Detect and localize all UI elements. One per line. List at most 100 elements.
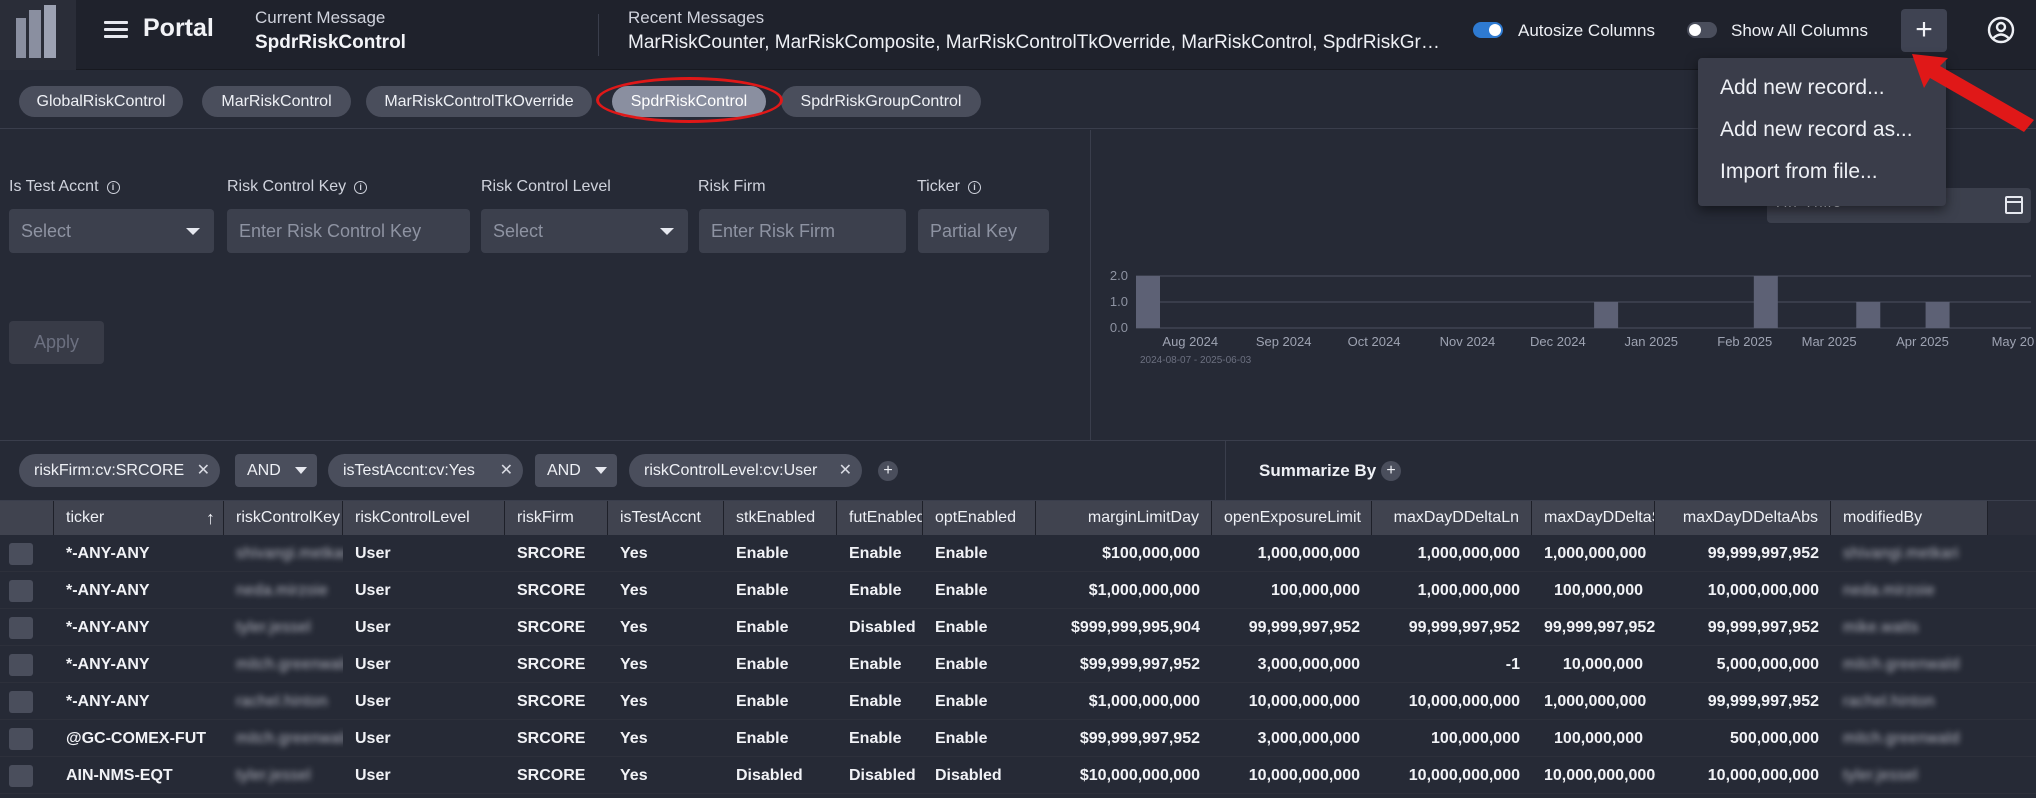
cell-istestaccnt: Yes (620, 656, 648, 673)
row-select-checkbox[interactable] (9, 765, 33, 787)
cell-ticker: *-ANY-ANY (66, 693, 150, 710)
table-row[interactable]: *-ANY-ANY rachel.hinton User SRCORE Yes Enabl… (0, 683, 2036, 720)
tab-globalriskcontrol[interactable]: GlobalRiskControl (19, 86, 183, 117)
select-column-header (0, 501, 54, 535)
chart-bar[interactable] (1753, 276, 1778, 328)
table-row[interactable]: *-ANY-ANY neda.mirzoie User SRCORE Yes Enable… (0, 572, 2036, 609)
column-header-maxdayddeltaabs[interactable]: maxDayDDeltaAbs (1655, 501, 1831, 535)
column-header-maxdayddeltash[interactable]: maxDayDDeltaSh (1532, 501, 1655, 535)
cell-optenabled: Disabled (935, 767, 1002, 784)
logic-operator-select[interactable]: AND (535, 454, 617, 487)
sort-ascending-icon[interactable]: ↑ (206, 501, 215, 535)
filter-chip[interactable]: riskFirm:cv:SRCORE ✕ (19, 454, 220, 487)
grid-header: ticker ↑ riskControlKey riskControlLevel ris… (0, 501, 2036, 535)
cell-maxdayddeltash: 1,000,000,000 (1544, 545, 1647, 562)
column-header-marginlimitday[interactable]: marginLimitDay (1036, 501, 1212, 535)
data-grid: ticker ↑ riskControlKey riskControlLevel ris… (0, 500, 2036, 798)
filter-chip[interactable]: isTestAccnt:cv:Yes ✕ (328, 454, 523, 487)
x-tick-label: Mar 2025 (1802, 334, 1857, 349)
column-header-optenabled[interactable]: optEnabled (923, 501, 1036, 535)
table-row[interactable]: *-ANY-ANY tyler.jessel User SRCORE Yes Enable… (0, 609, 2036, 646)
cell-istestaccnt: Yes (620, 767, 648, 784)
x-tick-label: Aug 2024 (1162, 334, 1218, 349)
column-header-istestaccnt[interactable]: isTestAccnt (608, 501, 724, 535)
chart-bar[interactable] (1136, 276, 1160, 328)
y-tick-label: 2.0 (1110, 268, 1128, 283)
menu-item-add-new-record-as[interactable]: Add new record as... (1720, 118, 1913, 142)
menu-item-add-new-record[interactable]: Add new record... (1720, 76, 1885, 100)
show-all-columns-toggle[interactable] (1687, 22, 1717, 38)
table-row[interactable]: AIN-NMS-EQT tyler.jessel User SRCORE Yes Disa… (0, 757, 2036, 794)
x-tick-label: Feb 2025 (1717, 334, 1772, 349)
y-tick-label: 0.0 (1110, 320, 1128, 335)
risk-control-level-select[interactable]: Select (481, 209, 688, 253)
logic-operator-select[interactable]: AND (235, 454, 317, 487)
tab-marriskcontrol[interactable]: MarRiskControl (202, 86, 351, 117)
risk-control-key-input[interactable]: Enter Risk Control Key (227, 209, 470, 253)
info-icon: i (354, 181, 368, 194)
autosize-columns-toggle[interactable] (1473, 22, 1503, 38)
row-select-checkbox[interactable] (9, 580, 33, 602)
annotation-highlight-ellipse (596, 77, 783, 123)
chart-bar[interactable] (1925, 302, 1950, 328)
tab-spdrriskgroupcontrol[interactable]: SpdrRiskGroupControl (781, 86, 981, 117)
apply-button[interactable]: Apply (9, 321, 104, 364)
column-header-riskfirm[interactable]: riskFirm (505, 501, 608, 535)
table-row[interactable]: *-ANY-ANY shivangi.metkari User SRCORE Yes En… (0, 535, 2036, 572)
cell-marginlimitday: $99,999,997,952 (1079, 656, 1200, 673)
cell-maxdayddeltaln: 100,000,000 (1431, 730, 1520, 747)
column-header-riskcontrolkey[interactable]: riskControlKey (224, 501, 343, 535)
row-select-checkbox[interactable] (9, 543, 33, 565)
risk-control-key-label: Risk Control Key i (227, 178, 368, 196)
is-test-accnt-select[interactable]: Select (9, 209, 214, 253)
cell-maxdayddeltaabs: 5,000,000,000 (1716, 656, 1819, 673)
add-record-button[interactable]: + (1901, 9, 1947, 52)
column-header-futenabled[interactable]: futEnabled (837, 501, 923, 535)
chevron-down-icon (595, 467, 607, 474)
tab-marriskcontroltkoverride[interactable]: MarRiskControlTkOverride (366, 86, 592, 117)
chart-bar[interactable] (1594, 302, 1619, 328)
table-row[interactable]: @GC-COMEX-FUT mitch.greenwald User SRCORE Ye… (0, 720, 2036, 757)
menu-item-import-from-file[interactable]: Import from file... (1720, 160, 1878, 184)
row-select-checkbox[interactable] (9, 691, 33, 713)
x-tick-label: Dec 2024 (1530, 334, 1586, 349)
cell-maxdayddeltaln: 99,999,997,952 (1408, 619, 1520, 636)
cell-maxdayddeltaabs: 99,999,997,952 (1707, 693, 1819, 710)
filter-chip[interactable]: riskControlLevel:cv:User ✕ (629, 454, 862, 487)
add-summarize-icon[interactable]: + (1381, 461, 1401, 481)
x-tick-label: May 20 (1992, 334, 2035, 349)
cell-ticker: AIN-NMS-EQT (66, 767, 173, 784)
close-icon[interactable]: ✕ (500, 454, 513, 487)
account-icon[interactable] (1987, 16, 2015, 44)
cell-riskfirm: SRCORE (517, 693, 586, 710)
cell-modifiedby: shivangi.metkari (1843, 545, 1959, 562)
app-logo (0, 0, 76, 70)
cell-modifiedby: rachel.hinton (1843, 693, 1935, 710)
chart-bar[interactable] (1856, 302, 1881, 328)
column-header-ticker[interactable]: ticker ↑ (54, 501, 224, 535)
table-row[interactable]: *-ANY-ANY mitch.greenwald User SRCORE Yes Ena… (0, 646, 2036, 683)
cell-riskcontrolkey: mitch.greenwald (236, 656, 343, 673)
cell-marginlimitday: $1,000,000,000 (1088, 582, 1200, 599)
cell-openexposurelimit: 1,000,000,000 (1257, 545, 1360, 562)
calendar-icon[interactable] (2005, 196, 2023, 214)
cell-optenabled: Enable (935, 693, 988, 710)
column-header-riskcontrollevel[interactable]: riskControlLevel (343, 501, 505, 535)
risk-firm-input[interactable]: Enter Risk Firm (699, 209, 906, 253)
cell-maxdayddeltaln: 1,000,000,000 (1417, 545, 1520, 562)
ticker-input[interactable]: Partial Key (918, 209, 1049, 253)
row-select-checkbox[interactable] (9, 728, 33, 750)
add-filter-icon[interactable]: + (878, 461, 898, 481)
row-select-checkbox[interactable] (9, 617, 33, 639)
column-header-openexposurelimit[interactable]: openExposureLimit (1212, 501, 1372, 535)
column-header-modifiedby[interactable]: modifiedBy (1831, 501, 1988, 535)
column-header-maxdayddeltaln[interactable]: maxDayDDeltaLn (1372, 501, 1532, 535)
close-icon[interactable]: ✕ (839, 454, 852, 487)
recent-messages-list[interactable]: MarRiskCounter, MarRiskComposite, MarRis… (628, 32, 1450, 54)
hamburger-menu-icon[interactable] (102, 18, 130, 42)
x-tick-label: Sep 2024 (1256, 334, 1312, 349)
current-message-value: SpdrRiskControl (255, 32, 406, 53)
column-header-stkenabled[interactable]: stkEnabled (724, 501, 837, 535)
close-icon[interactable]: ✕ (197, 454, 210, 487)
row-select-checkbox[interactable] (9, 654, 33, 676)
